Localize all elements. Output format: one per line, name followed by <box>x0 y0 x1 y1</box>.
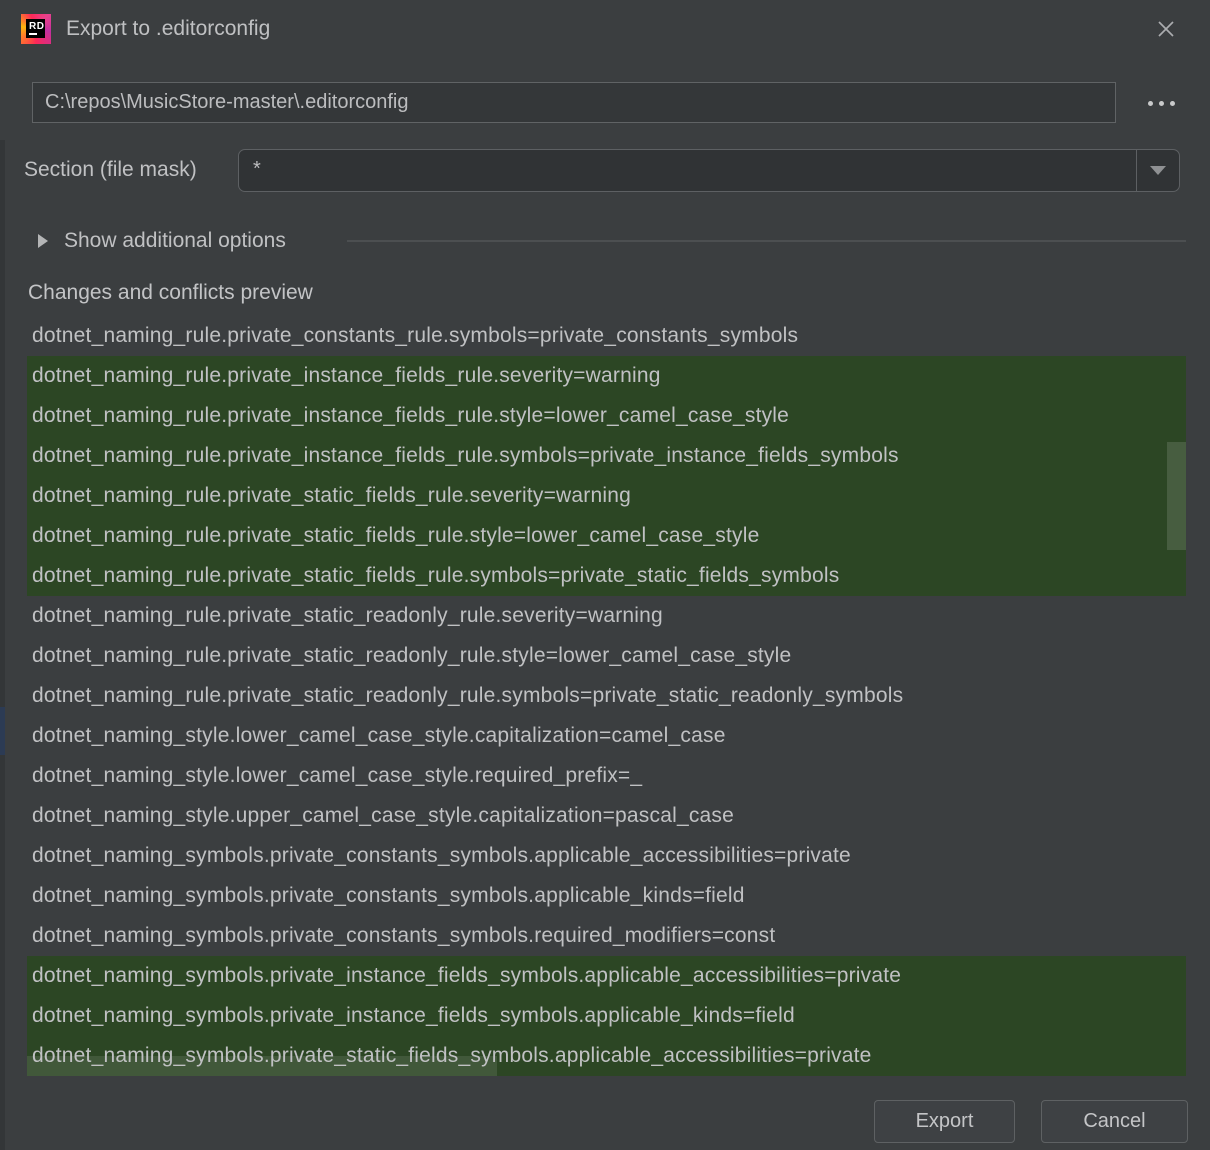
list-item-text: dotnet_naming_style.lower_camel_case_sty… <box>32 724 726 748</box>
file-path-input[interactable] <box>32 82 1116 123</box>
combobox-value: * <box>253 158 261 181</box>
list-item-text: dotnet_naming_rule.private_static_fields… <box>32 484 631 508</box>
window-edge <box>0 140 5 1150</box>
rider-app-icon-underscore <box>29 33 37 35</box>
list-item-text: dotnet_naming_style.upper_camel_case_sty… <box>32 804 734 828</box>
list-item: dotnet_naming_rule.private_static_fields… <box>27 476 1186 516</box>
list-item: dotnet_naming_rule.private_instance_fiel… <box>27 396 1186 436</box>
chevron-down-icon <box>1150 166 1166 175</box>
list-item-text: dotnet_naming_rule.private_instance_fiel… <box>32 364 661 388</box>
list-item: dotnet_naming_symbols.private_constants_… <box>27 916 1186 956</box>
ellipsis-icon <box>1148 101 1153 106</box>
cancel-button[interactable]: Cancel <box>1041 1100 1188 1143</box>
preview-list: dotnet_naming_rule.private_constants_rul… <box>27 316 1186 1076</box>
list-item: dotnet_naming_symbols.private_instance_f… <box>27 996 1186 1036</box>
list-item: dotnet_naming_rule.private_instance_fiel… <box>27 356 1186 396</box>
ellipsis-icon <box>1159 101 1164 106</box>
list-item: dotnet_naming_rule.private_static_fields… <box>27 556 1186 596</box>
background-accent-strip <box>0 707 5 755</box>
section-mask-label: Section (file mask) <box>24 158 197 182</box>
list-item: dotnet_naming_symbols.private_constants_… <box>27 876 1186 916</box>
rider-app-icon-label: RD <box>29 21 44 32</box>
list-item: dotnet_naming_rule.private_static_readon… <box>27 676 1186 716</box>
list-item: dotnet_naming_rule.private_instance_fiel… <box>27 436 1186 476</box>
rider-app-icon-inner: RD <box>26 19 45 38</box>
export-dialog: RD Export to .editorconfig Section (file… <box>0 0 1210 1150</box>
list-item: dotnet_naming_rule.private_constants_rul… <box>27 316 1186 356</box>
list-item-text: dotnet_naming_symbols.private_constants_… <box>32 924 775 948</box>
list-item-text: dotnet_naming_rule.private_instance_fiel… <box>32 404 789 428</box>
chevron-right-icon <box>38 234 48 248</box>
list-item: dotnet_naming_symbols.private_constants_… <box>27 836 1186 876</box>
list-item-text: dotnet_naming_rule.private_static_readon… <box>32 684 903 708</box>
browse-button[interactable] <box>1134 87 1188 119</box>
separator-line <box>347 240 1186 242</box>
list-item-text: dotnet_naming_rule.private_constants_rul… <box>32 324 798 348</box>
rider-app-icon: RD <box>21 14 51 44</box>
list-item-text: dotnet_naming_rule.private_static_fields… <box>32 564 839 588</box>
list-item: dotnet_naming_style.upper_camel_case_sty… <box>27 796 1186 836</box>
vertical-scrollbar-thumb[interactable] <box>1167 442 1186 550</box>
close-button[interactable] <box>1146 11 1186 47</box>
list-item-text: dotnet_naming_symbols.private_constants_… <box>32 884 745 908</box>
list-item: dotnet_naming_style.lower_camel_case_sty… <box>27 756 1186 796</box>
list-item-text: dotnet_naming_symbols.private_instance_f… <box>32 1004 795 1028</box>
list-item-text: dotnet_naming_symbols.private_static_fie… <box>32 1044 872 1068</box>
list-item-text: dotnet_naming_rule.private_instance_fiel… <box>32 444 899 468</box>
ellipsis-icon <box>1170 101 1175 106</box>
list-item-text: dotnet_naming_rule.private_static_readon… <box>32 604 663 628</box>
list-item-text: dotnet_naming_symbols.private_instance_f… <box>32 964 901 988</box>
section-mask-combobox[interactable]: * <box>238 149 1180 192</box>
dialog-title: Export to .editorconfig <box>66 17 270 41</box>
list-item-text: dotnet_naming_rule.private_static_fields… <box>32 524 759 548</box>
export-button[interactable]: Export <box>874 1100 1015 1143</box>
list-item-text: dotnet_naming_symbols.private_constants_… <box>32 844 851 868</box>
preview-heading: Changes and conflicts preview <box>28 281 313 305</box>
list-item: dotnet_naming_symbols.private_instance_f… <box>27 956 1186 996</box>
close-icon <box>1152 15 1180 43</box>
list-item-text: dotnet_naming_rule.private_static_readon… <box>32 644 791 668</box>
list-item: dotnet_naming_rule.private_static_fields… <box>27 516 1186 556</box>
list-item: dotnet_naming_rule.private_static_readon… <box>27 596 1186 636</box>
list-item-text: dotnet_naming_style.lower_camel_case_sty… <box>32 764 642 788</box>
show-additional-options-label: Show additional options <box>64 229 286 253</box>
combobox-dropdown-button[interactable] <box>1136 150 1179 191</box>
list-item: dotnet_naming_style.lower_camel_case_sty… <box>27 716 1186 756</box>
list-item: dotnet_naming_rule.private_static_readon… <box>27 636 1186 676</box>
show-additional-options-toggle[interactable]: Show additional options <box>38 228 286 254</box>
